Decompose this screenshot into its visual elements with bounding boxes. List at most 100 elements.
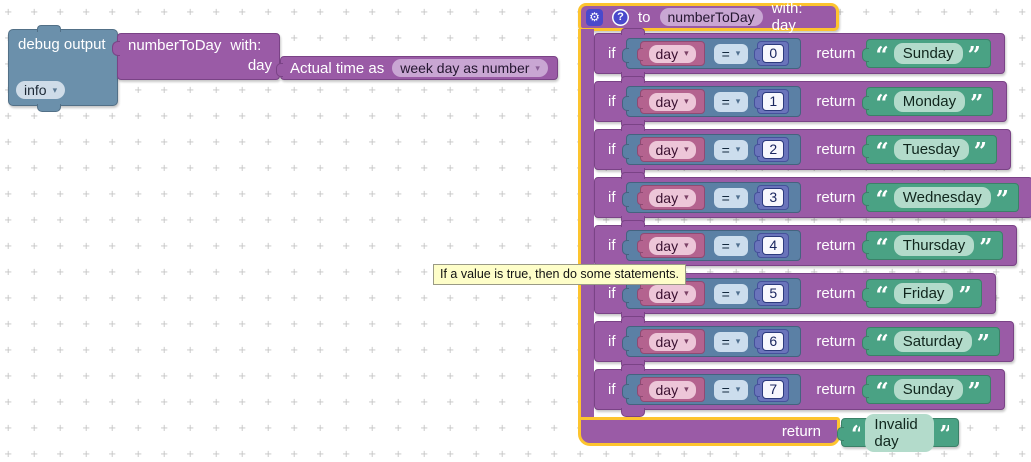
blockly-workspace[interactable]: ++++++++++++++++++++++++++++++++++++++++…: [0, 0, 1031, 462]
gear-icon[interactable]: ⚙: [586, 9, 603, 26]
text-value[interactable]: Thursday: [894, 235, 975, 256]
text-value[interactable]: Tuesday: [894, 139, 969, 160]
equals-comparison-block[interactable]: day ▾ = ▾ 1: [626, 86, 802, 117]
number-input-block[interactable]: 5: [757, 281, 789, 306]
operator-dropdown[interactable]: = ▾: [714, 284, 749, 304]
if-row[interactable]: if day ▾ = ▾ 2: [594, 129, 1011, 170]
text-value[interactable]: Saturday: [894, 331, 972, 352]
equals-comparison-block[interactable]: day ▾ = ▾ 7: [626, 374, 802, 405]
if-label: if: [608, 237, 616, 254]
text-value[interactable]: Sunday: [894, 379, 963, 400]
number-input-block[interactable]: 1: [757, 89, 789, 114]
dropdown-arrow-icon: ▾: [736, 289, 741, 298]
variable-dropdown[interactable]: day ▾: [649, 189, 696, 207]
equals-comparison-block[interactable]: day ▾ = ▾ 4: [626, 230, 802, 261]
if-label: if: [608, 333, 616, 350]
variable-day-block[interactable]: day ▾: [640, 89, 705, 114]
variable-dropdown[interactable]: day ▾: [649, 45, 696, 63]
text-value[interactable]: Friday: [894, 283, 954, 304]
variable-day-block[interactable]: day ▾: [640, 185, 705, 210]
number-value[interactable]: 1: [762, 92, 784, 111]
return-text-block[interactable]: “ Tuesday ”: [866, 135, 997, 164]
function-body-spine: [578, 29, 594, 420]
variable-dropdown[interactable]: day ▾: [649, 381, 696, 399]
equals-comparison-block[interactable]: day ▾ = ▾ 3: [626, 182, 802, 213]
operator-dropdown[interactable]: = ▾: [714, 236, 749, 256]
number-input-block[interactable]: 0: [757, 41, 789, 66]
operator-dropdown[interactable]: = ▾: [714, 332, 749, 352]
help-icon[interactable]: ?: [612, 9, 629, 26]
dropdown-arrow-icon: ▾: [684, 49, 689, 58]
number-value[interactable]: 6: [762, 332, 784, 351]
variable-dropdown[interactable]: day ▾: [649, 333, 696, 351]
return-label: return: [816, 381, 855, 398]
number-input-block[interactable]: 2: [757, 137, 789, 162]
operator-dropdown[interactable]: = ▾: [714, 140, 749, 160]
open-quote-icon: “: [876, 331, 889, 353]
function-name-field[interactable]: numberToDay: [660, 8, 763, 26]
variable-day-block[interactable]: day ▾: [640, 329, 705, 354]
return-text-block[interactable]: “ Sunday ”: [866, 39, 991, 68]
number-value[interactable]: 5: [762, 284, 784, 303]
number-value[interactable]: 2: [762, 140, 784, 159]
equals-comparison-block[interactable]: day ▾ = ▾ 0: [626, 38, 802, 69]
close-quote-icon: ”: [979, 235, 992, 257]
number-value[interactable]: 3: [762, 188, 784, 207]
log-level-value: info: [24, 82, 47, 98]
variable-dropdown[interactable]: day ▾: [649, 285, 696, 303]
if-row[interactable]: if day ▾ = ▾ 6: [594, 321, 1014, 362]
variable-day-block[interactable]: day ▾: [640, 41, 705, 66]
operator-dropdown[interactable]: = ▾: [714, 380, 749, 400]
variable-dropdown[interactable]: day ▾: [649, 93, 696, 111]
actual-time-block[interactable]: Actual time as week day as number ▾: [280, 56, 558, 80]
if-label: if: [608, 93, 616, 110]
operator-dropdown[interactable]: = ▾: [714, 44, 749, 64]
return-text-block[interactable]: “ Saturday ”: [866, 327, 1001, 356]
call-numberToDay-block[interactable]: numberToDay with: day: [117, 33, 280, 80]
variable-day-block[interactable]: day ▾: [640, 137, 705, 162]
function-definition-block[interactable]: ⚙ ? to numberToDay with: day if day ▾: [578, 3, 839, 31]
text-value[interactable]: Invalid day: [865, 414, 934, 452]
dropdown-arrow-icon: ▾: [736, 49, 741, 58]
operator-dropdown[interactable]: = ▾: [714, 188, 749, 208]
number-input-block[interactable]: 3: [757, 185, 789, 210]
variable-day-block[interactable]: day ▾: [640, 377, 705, 402]
return-text-block[interactable]: “ Wednesday ”: [866, 183, 1019, 212]
function-final-return-row[interactable]: return: [578, 417, 840, 446]
return-text-block[interactable]: “ Monday ”: [866, 87, 994, 116]
close-quote-icon: ”: [968, 43, 981, 65]
close-quote-icon: ”: [996, 187, 1009, 209]
if-label: if: [608, 45, 616, 62]
if-row[interactable]: if day ▾ = ▾ 1: [594, 81, 1007, 122]
if-branch-list: if day ▾ = ▾ 0: [594, 33, 1031, 410]
equals-comparison-block[interactable]: day ▾ = ▾ 2: [626, 134, 802, 165]
variable-day-block[interactable]: day ▾: [640, 233, 705, 258]
log-level-dropdown[interactable]: info ▾: [16, 81, 65, 99]
weekday-format-dropdown[interactable]: week day as number ▾: [392, 59, 548, 77]
text-value[interactable]: Monday: [894, 91, 965, 112]
if-row[interactable]: if day ▾ = ▾ 0: [594, 33, 1005, 74]
text-value[interactable]: Sunday: [894, 43, 963, 64]
invalid-day-text-block[interactable]: “ Invalid day ”: [841, 418, 959, 447]
return-text-block[interactable]: “ Sunday ”: [866, 375, 991, 404]
variable-dropdown[interactable]: day ▾: [649, 237, 696, 255]
dropdown-arrow-icon: ▾: [736, 193, 741, 202]
number-input-block[interactable]: 4: [757, 233, 789, 258]
if-row[interactable]: if day ▾ = ▾ 7: [594, 369, 1005, 410]
text-value[interactable]: Wednesday: [894, 187, 991, 208]
dropdown-arrow-icon: ▾: [684, 385, 689, 394]
number-value[interactable]: 4: [762, 236, 784, 255]
return-text-block[interactable]: “ Thursday ”: [866, 231, 1003, 260]
if-row[interactable]: if day ▾ = ▾ 3: [594, 177, 1031, 218]
number-input-block[interactable]: 7: [757, 377, 789, 402]
number-input-block[interactable]: 6: [757, 329, 789, 354]
variable-dropdown[interactable]: day ▾: [649, 141, 696, 159]
operator-dropdown[interactable]: = ▾: [714, 92, 749, 112]
equals-comparison-block[interactable]: day ▾ = ▾ 6: [626, 326, 802, 357]
debug-output-block[interactable]: debug output info ▾: [8, 29, 118, 106]
function-header[interactable]: ⚙ ? to numberToDay with: day: [578, 3, 839, 31]
number-value[interactable]: 0: [762, 44, 784, 63]
return-text-block[interactable]: “ Friday ”: [866, 279, 982, 308]
if-row[interactable]: if day ▾ = ▾ 4: [594, 225, 1017, 266]
number-value[interactable]: 7: [762, 380, 784, 399]
